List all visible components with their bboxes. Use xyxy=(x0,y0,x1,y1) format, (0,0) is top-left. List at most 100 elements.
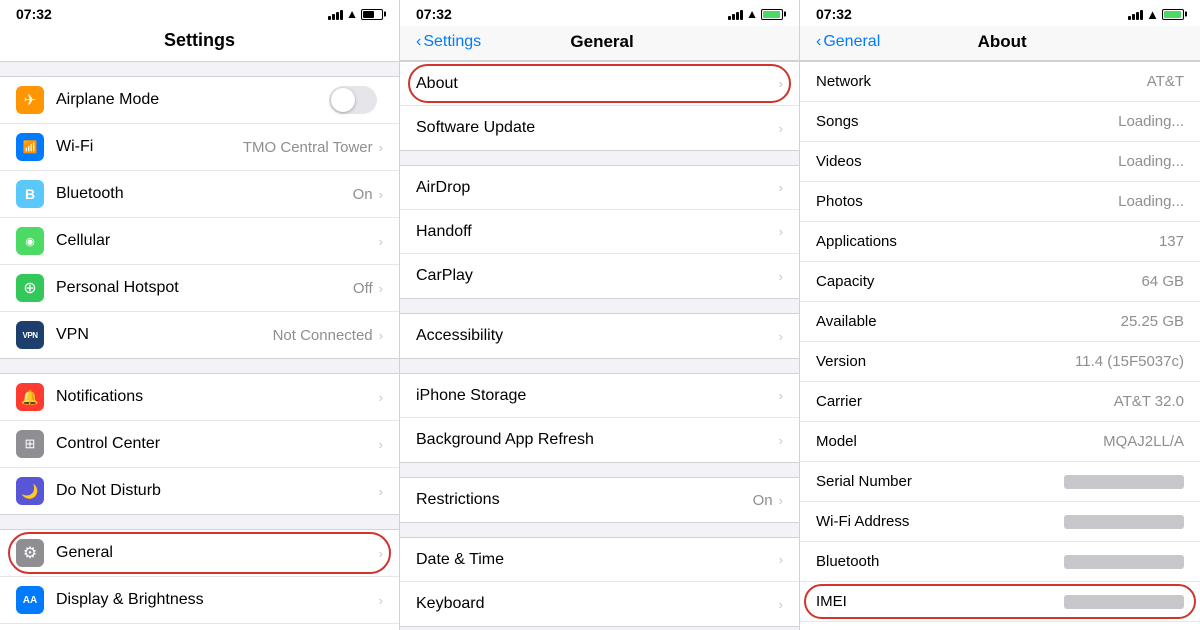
settings-item-donotdisturb[interactable]: 🌙 Do Not Disturb › xyxy=(0,468,399,514)
settings-item-hotspot[interactable]: ⊕ Personal Hotspot Off › xyxy=(0,265,399,312)
settings-item-general[interactable]: ⚙ General › xyxy=(0,530,399,577)
general-battery-icon xyxy=(761,9,783,20)
about-time: 07:32 xyxy=(816,6,852,22)
back-chevron-icon: ‹ xyxy=(416,33,421,51)
settings-group-alerts: 🔔 Notifications › ⊞ Control Center › 🌙 D… xyxy=(0,373,399,515)
settings-item-airplane[interactable]: ✈ Airplane Mode xyxy=(0,77,399,124)
general-nav-bar: ‹ Settings General xyxy=(400,26,799,61)
about-back-button[interactable]: ‹ General xyxy=(816,33,880,51)
version-value: 11.4 (15F5037c) xyxy=(1075,353,1184,370)
general-wifi-icon: ▲ xyxy=(746,7,758,21)
donotdisturb-chevron: › xyxy=(379,484,383,499)
model-value: MQAJ2LL/A xyxy=(1103,433,1184,450)
settings-item-cellular[interactable]: ◉ Cellular › xyxy=(0,218,399,265)
hotspot-label: Personal Hotspot xyxy=(56,279,353,297)
about-row-capacity: Capacity 64 GB xyxy=(800,262,1200,302)
signal-bars-icon xyxy=(328,9,343,20)
wifi-icon: ▲ xyxy=(346,7,358,21)
bluetooth-chevron: › xyxy=(379,187,383,202)
settings-item-wallpaper[interactable]: 🖼 Wallpaper › xyxy=(0,624,399,630)
display-chevron: › xyxy=(379,593,383,608)
about-row-available: Available 25.25 GB xyxy=(800,302,1200,342)
general-item-accessibility[interactable]: Accessibility › xyxy=(400,314,799,358)
songs-label: Songs xyxy=(816,113,859,130)
carrier-label: Carrier xyxy=(816,393,862,410)
airplane-label: Airplane Mode xyxy=(56,91,329,109)
about-list: Network AT&T Songs Loading... Videos Loa… xyxy=(800,61,1200,630)
battery-icon xyxy=(361,9,383,20)
general-item-keyboard[interactable]: Keyboard › xyxy=(400,582,799,626)
photos-value: Loading... xyxy=(1118,193,1184,210)
general-back-label: Settings xyxy=(423,33,481,51)
softwareupdate-label: Software Update xyxy=(416,119,779,137)
general-item-softwareupdate[interactable]: Software Update › xyxy=(400,106,799,150)
about-row-model: Model MQAJ2LL/A xyxy=(800,422,1200,462)
vpn-label: VPN xyxy=(56,326,273,344)
settings-item-wifi[interactable]: 📶 Wi-Fi TMO Central Tower › xyxy=(0,124,399,171)
about-nav-bar: ‹ General About xyxy=(800,26,1200,61)
general-item-iphonestorage[interactable]: iPhone Storage › xyxy=(400,374,799,418)
settings-item-notifications[interactable]: 🔔 Notifications › xyxy=(0,374,399,421)
general-item-backgroundapprefresh[interactable]: Background App Refresh › xyxy=(400,418,799,462)
about-row-photos: Photos Loading... xyxy=(800,182,1200,222)
general-item-carplay[interactable]: CarPlay › xyxy=(400,254,799,298)
available-label: Available xyxy=(816,313,877,330)
general-item-about[interactable]: About › xyxy=(400,62,799,106)
hotspot-chevron: › xyxy=(379,281,383,296)
controlcenter-icon: ⊞ xyxy=(16,430,44,458)
settings-list: ✈ Airplane Mode 📶 Wi-Fi TMO Central Towe… xyxy=(0,62,399,630)
restrictions-chevron: › xyxy=(779,493,783,508)
general-label: General xyxy=(56,544,379,562)
settings-item-bluetooth[interactable]: B Bluetooth On › xyxy=(0,171,399,218)
general-item-restrictions[interactable]: Restrictions On › xyxy=(400,478,799,522)
about-signal-icon xyxy=(1128,9,1143,20)
settings-item-display[interactable]: AA Display & Brightness › xyxy=(0,577,399,624)
applications-label: Applications xyxy=(816,233,897,250)
settings-item-controlcenter[interactable]: ⊞ Control Center › xyxy=(0,421,399,468)
airdrop-label: AirDrop xyxy=(416,179,779,197)
hotspot-value: Off xyxy=(353,280,373,297)
restrictions-value: On xyxy=(753,492,773,509)
keyboard-chevron: › xyxy=(779,597,783,612)
settings-item-vpn[interactable]: VPN VPN Not Connected › xyxy=(0,312,399,358)
serialnumber-value xyxy=(1064,475,1184,489)
general-panel: 07:32 ▲ ‹ Settings General About › xyxy=(400,0,800,630)
about-nav-title: About xyxy=(880,32,1124,52)
about-battery-icon xyxy=(1162,9,1184,20)
applications-value: 137 xyxy=(1159,233,1184,250)
general-item-airdrop[interactable]: AirDrop › xyxy=(400,166,799,210)
general-group-accessibility: Accessibility › xyxy=(400,313,799,359)
general-back-button[interactable]: ‹ Settings xyxy=(416,33,481,51)
notifications-chevron: › xyxy=(379,390,383,405)
donotdisturb-label: Do Not Disturb xyxy=(56,482,379,500)
general-group-storage: iPhone Storage › Background App Refresh … xyxy=(400,373,799,463)
vpn-value: Not Connected xyxy=(273,327,373,344)
about-row-bluetooth: Bluetooth xyxy=(800,542,1200,582)
cellular-icon: ◉ xyxy=(16,227,44,255)
bluetooth-label: Bluetooth xyxy=(56,185,353,203)
about-panel: 07:32 ▲ ‹ General About Network AT&T xyxy=(800,0,1200,630)
settings-status-bar: 07:32 ▲ xyxy=(0,0,399,26)
bluetooth-value: On xyxy=(353,186,373,203)
about-battery-fill xyxy=(1164,11,1181,18)
capacity-label: Capacity xyxy=(816,273,874,290)
network-label: Network xyxy=(816,73,871,90)
display-icon: AA xyxy=(16,586,44,614)
capacity-value: 64 GB xyxy=(1141,273,1184,290)
signal-bar-1 xyxy=(328,16,331,20)
settings-group-system: ⚙ General › AA Display & Brightness › 🖼 … xyxy=(0,529,399,630)
about-row-wifiaddress: Wi-Fi Address xyxy=(800,502,1200,542)
vpn-chevron: › xyxy=(379,328,383,343)
handoff-chevron: › xyxy=(779,224,783,239)
iphonestorage-label: iPhone Storage xyxy=(416,387,779,405)
general-item-datetime[interactable]: Date & Time › xyxy=(400,538,799,582)
cellular-label: Cellular xyxy=(56,232,379,250)
iphonestorage-chevron: › xyxy=(779,388,783,403)
wifi-value: TMO Central Tower xyxy=(243,139,373,156)
airdrop-chevron: › xyxy=(779,180,783,195)
general-item-handoff[interactable]: Handoff › xyxy=(400,210,799,254)
hotspot-icon: ⊕ xyxy=(16,274,44,302)
signal-bar-4 xyxy=(340,10,343,20)
about-label: About xyxy=(416,75,779,93)
airplane-toggle[interactable] xyxy=(329,86,377,114)
